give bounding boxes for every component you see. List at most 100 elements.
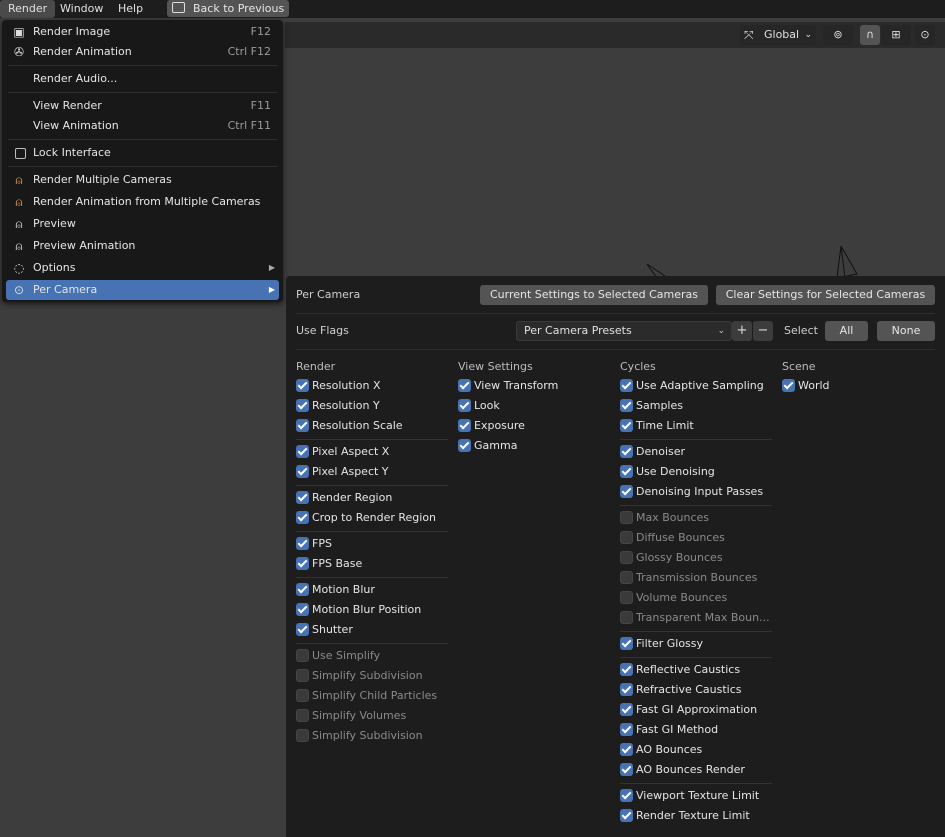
menu-item-render-multiple-cameras[interactable]: ⍝ Render Multiple Cameras <box>6 170 279 190</box>
flag-checkbox[interactable]: Motion Blur <box>296 581 448 599</box>
menu-window[interactable]: Window <box>52 0 111 18</box>
column-heading: Render <box>296 360 336 373</box>
flag-checkbox[interactable]: Fast GI Method <box>620 721 772 739</box>
select-all-button[interactable]: All <box>825 321 868 341</box>
menu-item-shortcut: Ctrl F11 <box>227 119 271 132</box>
top-menu-bar: Render Window Help Back to Previous <box>0 0 945 18</box>
flag-checkbox[interactable]: Refractive Caustics <box>620 681 772 699</box>
menu-item-render-animation[interactable]: ✇ Render Animation Ctrl F12 <box>6 42 279 62</box>
flag-checkbox[interactable]: Render Region <box>296 489 448 507</box>
select-none-button[interactable]: None <box>877 321 935 341</box>
menu-item-label: Render Animation <box>33 45 132 58</box>
flag-checkbox[interactable]: Time Limit <box>620 417 772 435</box>
menu-item-lock-interface[interactable]: Lock Interface <box>6 143 279 163</box>
flag-checkbox[interactable]: Max Bounces <box>620 509 772 527</box>
flag-checkbox[interactable]: Simplify Volumes <box>296 707 448 725</box>
clear-settings-selected-button[interactable]: Clear Settings for Selected Cameras <box>716 285 935 305</box>
flag-checkbox[interactable]: Pixel Aspect X <box>296 443 448 461</box>
flag-checkbox[interactable]: FPS Base <box>296 555 448 573</box>
flag-checkbox[interactable]: Filter Glossy <box>620 635 772 653</box>
snap-increment-icon: ⊞ <box>891 28 901 41</box>
checkbox-icon <box>296 511 309 524</box>
flag-label: Filter Glossy <box>636 637 704 650</box>
flag-checkbox[interactable]: Viewport Texture Limit <box>620 787 772 805</box>
pivot-point-dropdown[interactable]: ⊚ <box>823 25 853 45</box>
flag-label: Resolution X <box>312 379 381 392</box>
flag-checkbox[interactable]: World <box>782 377 922 395</box>
current-settings-to-selected-button[interactable]: Current Settings to Selected Cameras <box>480 285 708 305</box>
menu-item-view-animation[interactable]: View Animation Ctrl F11 <box>6 116 279 136</box>
flag-checkbox[interactable]: Use Simplify <box>296 647 448 665</box>
render-image-icon: ▣ <box>13 25 25 39</box>
flag-label: Render Texture Limit <box>636 809 750 822</box>
flag-checkbox[interactable]: Transmission Bounces <box>620 569 772 587</box>
checkbox-icon <box>620 663 633 676</box>
menu-item-options[interactable]: ◌ Options ▶ <box>6 258 279 278</box>
flag-checkbox[interactable]: Render Texture Limit <box>620 807 772 825</box>
flag-checkbox[interactable]: Resolution X <box>296 377 448 395</box>
checkbox-icon <box>296 557 309 570</box>
checkbox-icon <box>620 379 633 392</box>
chevron-down-icon: ⌄ <box>717 326 725 336</box>
flag-checkbox[interactable]: Glossy Bounces <box>620 549 772 567</box>
proportional-edit-toggle[interactable]: ⊙ <box>915 25 935 45</box>
back-to-previous-button[interactable]: Back to Previous <box>167 0 289 17</box>
flag-checkbox[interactable]: Volume Bounces <box>620 589 772 607</box>
checkbox-icon <box>620 531 633 544</box>
proportional-icon: ⊙ <box>920 28 930 41</box>
menu-item-per-camera[interactable]: ⊙ Per Camera ▶ <box>6 280 279 300</box>
menu-item-render-audio[interactable]: Render Audio... <box>6 69 279 89</box>
flag-label: Transmission Bounces <box>636 571 758 584</box>
flag-checkbox[interactable]: AO Bounces Render <box>620 761 772 779</box>
flag-checkbox[interactable]: Shutter <box>296 621 448 639</box>
menu-item-preview[interactable]: ⍝ Preview <box>6 214 279 234</box>
menu-help[interactable]: Help <box>110 0 151 18</box>
flag-checkbox[interactable]: Resolution Y <box>296 397 448 415</box>
flag-label: Shutter <box>312 623 353 636</box>
orientation-label: Global <box>764 28 800 41</box>
flag-checkbox[interactable]: Gamma <box>458 437 610 455</box>
snap-target-dropdown[interactable]: ⊞ <box>881 25 911 45</box>
flag-checkbox[interactable]: Use Denoising <box>620 463 772 481</box>
transform-orientation-dropdown[interactable]: ⤧ Global ⌄ <box>740 25 816 45</box>
flag-checkbox[interactable]: Resolution Scale <box>296 417 448 435</box>
flag-checkbox[interactable]: Reflective Caustics <box>620 661 772 679</box>
menu-item-preview-animation[interactable]: ⍝ Preview Animation <box>6 236 279 256</box>
flag-checkbox[interactable]: Denoiser <box>620 443 772 461</box>
per-camera-presets-dropdown[interactable]: Per Camera Presets ⌄ <box>516 321 732 341</box>
flag-checkbox[interactable]: Transparent Max Boun... <box>620 609 772 627</box>
flag-label: Diffuse Bounces <box>636 531 725 544</box>
flag-checkbox[interactable]: Simplify Subdivision <box>296 667 448 685</box>
flag-label: Refractive Caustics <box>636 683 742 696</box>
submenu-arrow-icon: ▶ <box>268 263 275 272</box>
flag-checkbox[interactable]: AO Bounces <box>620 741 772 759</box>
flag-checkbox[interactable]: Exposure <box>458 417 610 435</box>
flag-checkbox[interactable]: Diffuse Bounces <box>620 529 772 547</box>
menu-item-view-render[interactable]: View Render F11 <box>6 96 279 116</box>
flag-checkbox[interactable]: Motion Blur Position <box>296 601 448 619</box>
flag-checkbox[interactable]: Denoising Input Passes <box>620 483 772 501</box>
flag-label: Gamma <box>474 439 518 452</box>
snap-toggle[interactable]: ∩ <box>860 25 880 45</box>
add-preset-button[interactable]: + <box>732 321 752 341</box>
flag-checkbox[interactable]: Simplify Subdivision <box>296 727 448 745</box>
flag-checkbox[interactable]: Use Adaptive Sampling <box>620 377 772 395</box>
flag-checkbox[interactable]: Look <box>458 397 610 415</box>
flag-checkbox[interactable]: Simplify Child Particles <box>296 687 448 705</box>
checkbox-icon <box>620 399 633 412</box>
flag-checkbox[interactable]: Samples <box>620 397 772 415</box>
checkbox-icon <box>296 649 309 662</box>
flag-checkbox[interactable]: FPS <box>296 535 448 553</box>
menu-item-render-image[interactable]: ▣ Render Image F12 <box>6 22 279 42</box>
flag-checkbox[interactable]: Pixel Aspect Y <box>296 463 448 481</box>
menu-render[interactable]: Render <box>0 0 56 18</box>
checkbox-icon <box>296 669 309 682</box>
remove-preset-button[interactable]: − <box>753 321 773 341</box>
flag-checkbox[interactable]: Crop to Render Region <box>296 509 448 527</box>
flag-checkbox[interactable]: Fast GI Approximation <box>620 701 772 719</box>
menu-item-shortcut: Ctrl F12 <box>227 45 271 58</box>
menu-item-label: Per Camera <box>33 283 98 296</box>
menu-item-label: Preview Animation <box>33 239 136 252</box>
menu-item-render-animation-multiple-cameras[interactable]: ⍝ Render Animation from Multiple Cameras <box>6 192 279 212</box>
flag-checkbox[interactable]: View Transform <box>458 377 610 395</box>
